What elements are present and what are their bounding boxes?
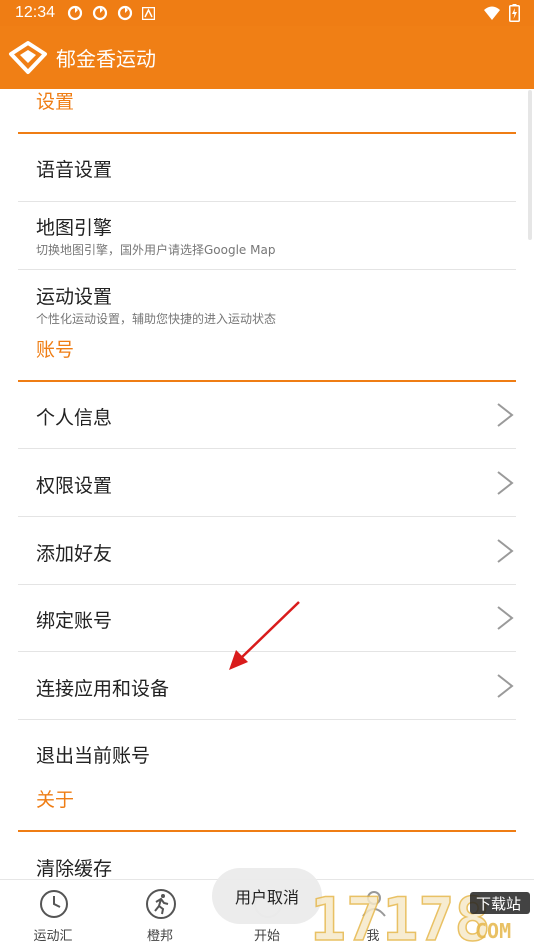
app-logo-icon [9, 40, 47, 74]
app-bar: 郁金香运动 [0, 26, 534, 89]
status-time: 12:34 [15, 4, 56, 21]
tab-label: 运动汇 [33, 929, 73, 944]
tab-label: 橙邦 [146, 929, 173, 944]
svg-text:COM: COM [475, 919, 511, 943]
scrollbar[interactable] [528, 90, 532, 240]
notification-icons [67, 5, 156, 21]
watermark-logo: 17178 下载站 COM [310, 888, 530, 948]
status-right [483, 4, 520, 22]
settings-list[interactable]: 设置 语音设置 地图引擎 切换地图引擎，国外用户请选择Google Map 运动… [0, 89, 534, 879]
annotation-arrow [229, 601, 300, 670]
sync-icon [92, 5, 108, 21]
wifi-icon [484, 6, 500, 20]
svg-text:17178: 17178 [310, 888, 491, 948]
toast-message: 用户取消 [212, 868, 322, 924]
battery-icon [509, 4, 520, 22]
tab-sport-hub[interactable]: 运动汇 [8, 880, 98, 951]
runner-icon [146, 889, 176, 919]
clock-icon [40, 890, 68, 918]
sync-icon [117, 5, 133, 21]
sync-icon [67, 5, 83, 21]
app-notification-icon [142, 6, 156, 20]
tab-label: 开始 [253, 929, 280, 944]
app-title: 郁金香运动 [56, 47, 156, 71]
svg-text:下载站: 下载站 [476, 895, 521, 913]
status-bar: 12:34 [0, 0, 534, 26]
tab-orange-club[interactable]: 橙邦 [115, 880, 205, 951]
